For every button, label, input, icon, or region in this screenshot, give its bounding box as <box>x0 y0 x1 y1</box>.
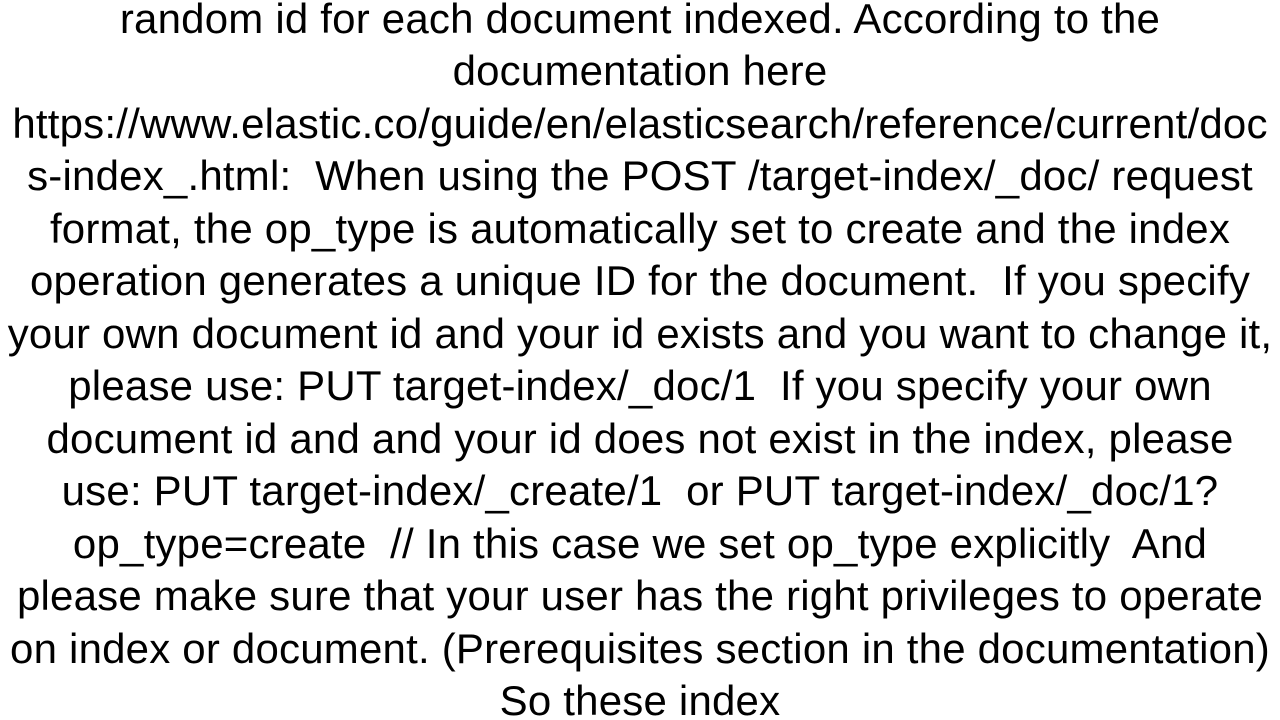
body-text: random id for each document indexed. Acc… <box>5 0 1275 720</box>
document-page: random id for each document indexed. Acc… <box>0 0 1280 720</box>
